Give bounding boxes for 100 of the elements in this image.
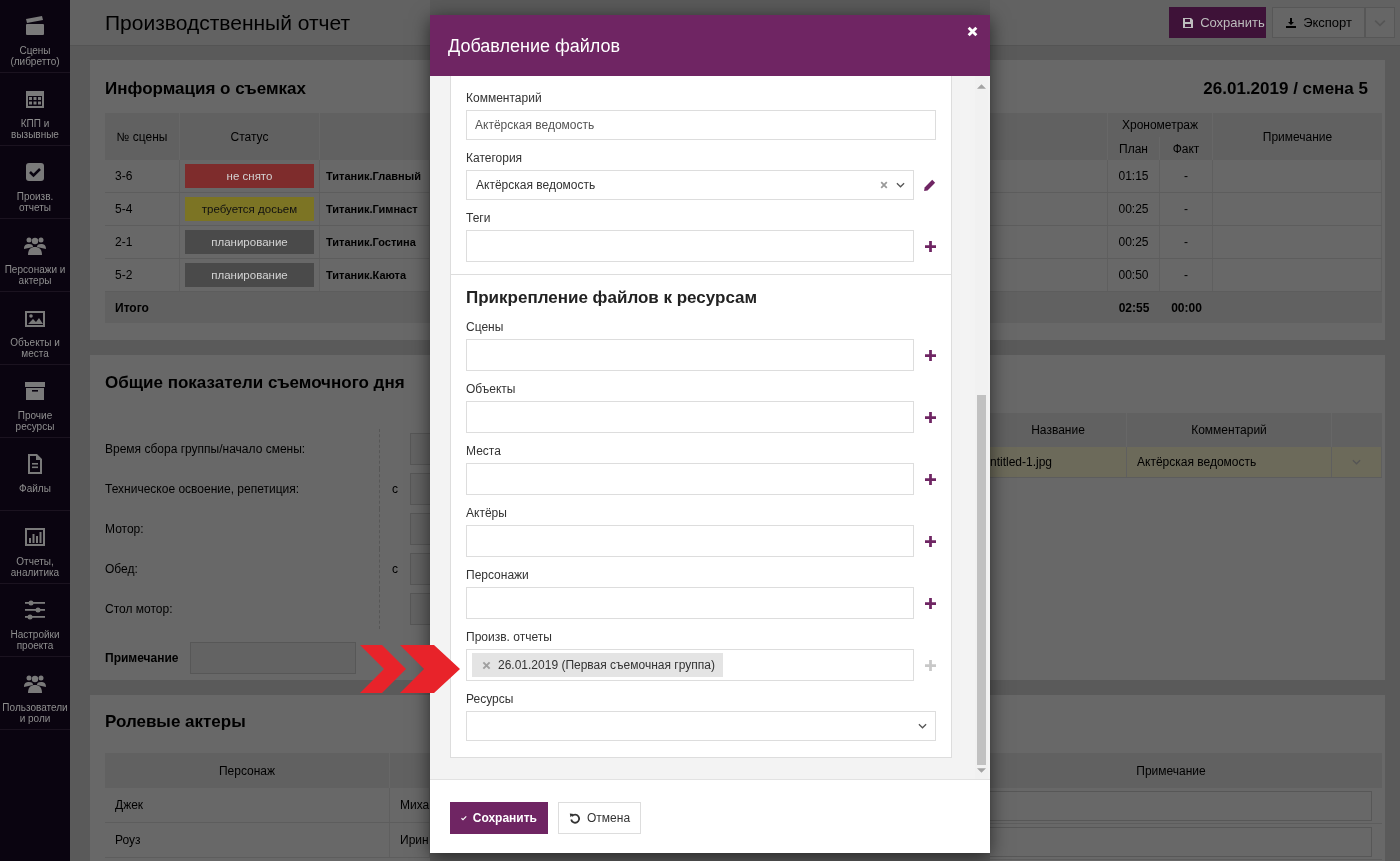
table-cell: 5-4 xyxy=(105,193,180,226)
export-button[interactable]: Экспорт xyxy=(1272,7,1365,38)
table-cell: - xyxy=(1160,193,1213,226)
time-field[interactable] xyxy=(410,513,430,545)
shift-date: 26.01.2019 / смена 5 xyxy=(1202,78,1369,100)
time-field[interactable] xyxy=(410,593,430,625)
status-badge: планирование xyxy=(185,263,314,287)
field-label: Примечание xyxy=(105,651,180,665)
checkbox-icon xyxy=(23,160,47,184)
field-prefix: с xyxy=(391,561,399,578)
sidebar-item[interactable]: Персонажи и актеры xyxy=(0,219,70,292)
plus-icon[interactable] xyxy=(925,597,936,609)
status-badge: не снято xyxy=(185,164,314,188)
status-badge: планирование xyxy=(185,230,314,254)
select-field[interactable]: Актёрская ведомость xyxy=(466,170,914,200)
sidebar-item[interactable]: Объекты и места xyxy=(0,292,70,365)
sidebar-item[interactable]: КПП и вызывные xyxy=(0,73,70,146)
field-label: Категория xyxy=(466,150,524,166)
column-header: Примечание xyxy=(990,753,1382,788)
field-label: Объекты xyxy=(466,381,517,397)
save-button[interactable]: Сохранить xyxy=(1169,7,1267,38)
column-header: Комментарий xyxy=(1127,413,1332,447)
note-field[interactable] xyxy=(990,790,1372,821)
picker-field[interactable] xyxy=(466,525,914,557)
field-label: Обед: xyxy=(105,549,380,589)
table-cell: Джек xyxy=(105,788,390,823)
note-field[interactable] xyxy=(990,826,1372,857)
plus-icon[interactable] xyxy=(925,240,936,252)
column-header: Факт xyxy=(1160,137,1213,160)
table-cell: 02:55 xyxy=(1108,292,1160,323)
column-header: Персонаж xyxy=(105,753,390,788)
column-header: Статус xyxy=(180,113,320,160)
total-label: Итого xyxy=(105,292,430,323)
download-icon xyxy=(1285,16,1298,29)
plus-icon[interactable] xyxy=(925,349,936,361)
table-cell: 2-1 xyxy=(105,226,180,259)
sidebar-item[interactable]: Произв. отчеты xyxy=(0,146,70,219)
column-header: Название xyxy=(990,413,1127,447)
picker-field[interactable] xyxy=(466,339,914,371)
field-label: Произв. отчеты xyxy=(466,629,553,645)
table-cell: 00:00 xyxy=(1160,292,1213,323)
section-heading: Прикрепление файлов к ресурсам xyxy=(466,287,759,309)
pencil-icon[interactable] xyxy=(923,178,936,192)
plus-icon[interactable] xyxy=(925,535,936,547)
plus-icon[interactable] xyxy=(925,473,936,485)
clapperboard-icon xyxy=(23,14,47,38)
status-badge: требуется досьем xyxy=(185,197,314,221)
column-header: № сцены xyxy=(105,113,180,160)
field-label: Теги xyxy=(466,210,492,226)
section-title: Информация о съемках xyxy=(105,78,307,100)
field-label: Персонажи xyxy=(466,567,530,583)
table-cell: 00:25 xyxy=(1108,193,1160,226)
sliders-icon xyxy=(23,598,47,622)
table-cell: - xyxy=(1160,160,1213,193)
picker-field[interactable] xyxy=(466,230,914,262)
archive-box-icon xyxy=(23,379,47,403)
field-prefix: с xyxy=(391,481,399,498)
picker-field[interactable] xyxy=(466,587,914,619)
sidebar-item[interactable]: Прочие ресурсы xyxy=(0,365,70,438)
table-cell: - xyxy=(1160,226,1213,259)
sidebar-item[interactable]: Пользователи и роли xyxy=(0,657,70,730)
field-label: Места xyxy=(466,443,502,459)
time-field[interactable] xyxy=(410,553,430,585)
sidebar-item[interactable]: Настройки проекта xyxy=(0,584,70,657)
field-label: Стол мотор: xyxy=(105,589,380,629)
table-cell: ntitled-1.jpg xyxy=(990,447,1127,478)
cancel-button[interactable]: Отмена xyxy=(558,801,642,834)
save-button[interactable]: Сохранить xyxy=(450,801,548,834)
picker-field[interactable] xyxy=(466,401,914,433)
picker-field[interactable] xyxy=(466,463,914,495)
dialog-title: Добавление файлов xyxy=(448,36,621,57)
time-field[interactable] xyxy=(410,473,430,505)
scroll-down-icon[interactable] xyxy=(977,768,986,774)
field-label: Время сбора группы/начало смены: xyxy=(105,429,380,469)
field-label: Мотор: xyxy=(105,509,380,549)
comment-field[interactable]: Актёрская ведомость xyxy=(466,110,936,140)
field-label: Комментарий xyxy=(466,90,543,106)
field-label: Ресурсы xyxy=(466,691,515,707)
scroll-thumb[interactable] xyxy=(977,395,986,765)
select-field[interactable] xyxy=(466,711,936,741)
table-cell: Роуз xyxy=(105,823,390,858)
field-label: Техническое освоение, репетиция: xyxy=(105,469,380,509)
section-title: Общие показатели съемочного дня xyxy=(105,372,406,394)
undo-icon xyxy=(569,811,581,824)
scroll-up-icon[interactable] xyxy=(977,83,986,89)
table-cell: 01:15 xyxy=(1108,160,1160,193)
bar-chart-icon xyxy=(23,525,47,549)
page-title: Производственный отчет xyxy=(104,10,351,35)
table-cell: 3-6 xyxy=(105,160,180,193)
plus-icon[interactable] xyxy=(925,411,936,423)
section-title: Ролевые актеры xyxy=(105,711,247,733)
table-cell: Актёрская ведомость xyxy=(1127,447,1332,478)
sidebar-item[interactable]: Файлы xyxy=(0,438,70,511)
field-label: Сцены xyxy=(466,319,505,335)
table-cell: 00:25 xyxy=(1108,226,1160,259)
column-header: План xyxy=(1108,137,1160,160)
sidebar-item[interactable]: Отчеты, аналитика xyxy=(0,511,70,584)
time-field[interactable] xyxy=(410,433,430,465)
chevron-down-icon xyxy=(918,723,927,729)
tag-chip: 26.01.2019 (Первая съемочная группа) xyxy=(472,653,723,677)
